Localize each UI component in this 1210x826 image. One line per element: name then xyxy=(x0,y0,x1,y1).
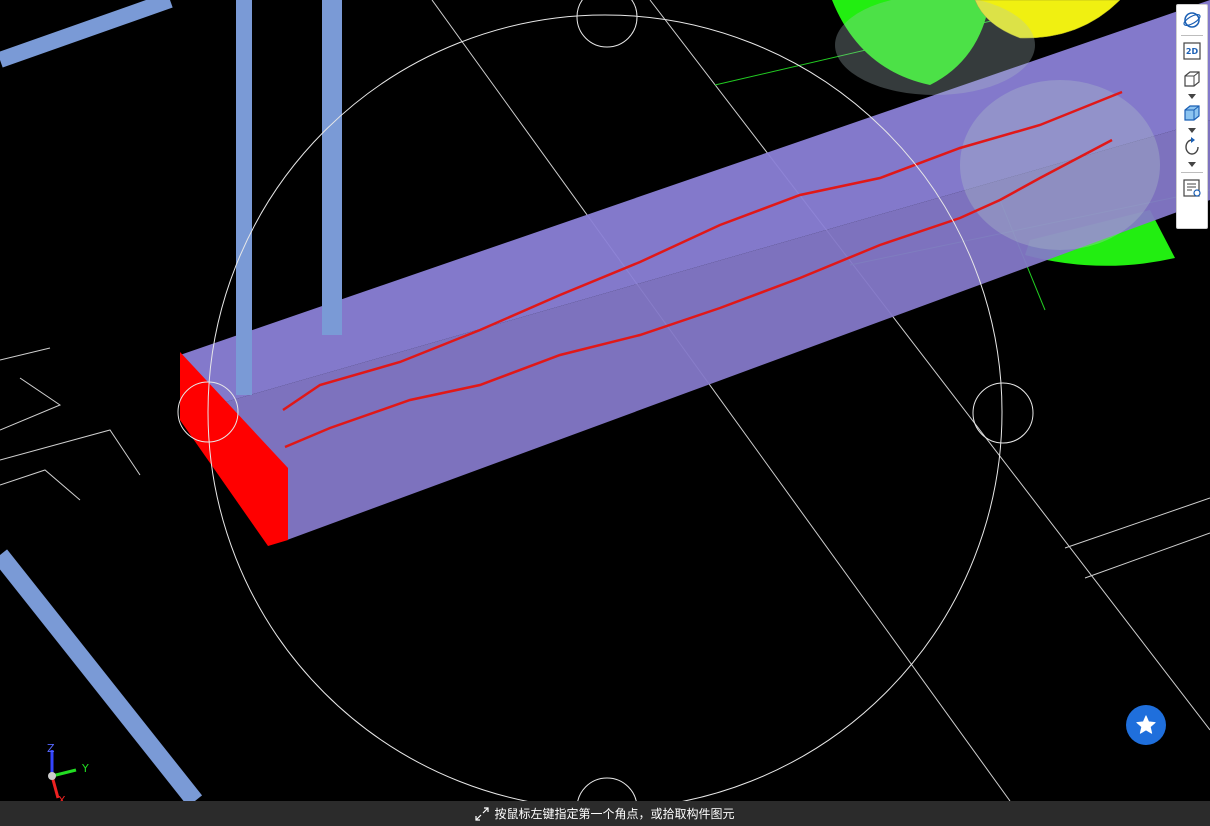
left-wire xyxy=(0,377,62,431)
axis-triad: Z Y X xyxy=(40,742,100,808)
property-panel-button[interactable] xyxy=(1180,176,1204,200)
axis-y-label: Y xyxy=(82,762,89,775)
toolbar-separator xyxy=(1181,172,1203,173)
view-toolbar: 2D xyxy=(1176,4,1208,229)
3d-viewport[interactable]: Z Y X 2D xyxy=(0,0,1210,826)
scene-canvas[interactable] xyxy=(0,0,1210,801)
star-icon xyxy=(1136,715,1156,734)
left-wire xyxy=(0,469,81,501)
diagonal-pipe xyxy=(0,0,173,68)
column-pipe xyxy=(322,0,342,335)
3d-box-shaded-icon xyxy=(1184,105,1200,121)
column-pipe xyxy=(236,0,252,395)
rotate-button[interactable] xyxy=(1180,135,1204,159)
toolbar-separator xyxy=(1181,35,1203,36)
orbit-icon xyxy=(1183,12,1201,28)
2d-view-label: 2D xyxy=(1185,46,1199,56)
small-circle xyxy=(972,382,1034,444)
property-panel-icon xyxy=(1183,179,1201,197)
small-circle xyxy=(576,0,638,48)
rotate-dropdown[interactable] xyxy=(1180,159,1204,169)
caret-down-icon xyxy=(1188,127,1196,133)
caret-down-icon xyxy=(1188,93,1196,99)
3d-wire-dropdown[interactable] xyxy=(1180,91,1204,101)
left-wire xyxy=(0,347,51,361)
translucent-sphere xyxy=(960,80,1160,250)
small-circle xyxy=(577,777,637,801)
3d-box-outline-icon xyxy=(1184,71,1200,87)
3d-wire-view-button[interactable] xyxy=(1180,67,1204,91)
3d-shaded-dropdown[interactable] xyxy=(1180,125,1204,135)
rotate-icon xyxy=(1185,137,1199,155)
axis-z-label: Z xyxy=(47,742,55,755)
grid-line xyxy=(1084,532,1210,579)
caret-down-icon xyxy=(1188,161,1196,167)
orbit-button[interactable] xyxy=(1180,8,1204,32)
favorite-fab-button[interactable] xyxy=(1126,705,1166,745)
status-prompt: 按鼠标左键指定第一个角点，或拾取构件图元 xyxy=(494,807,735,821)
2d-view-button[interactable]: 2D xyxy=(1180,39,1204,63)
3d-shaded-view-button[interactable] xyxy=(1180,101,1204,125)
status-bar: 按鼠标左键指定第一个角点，或拾取构件图元 xyxy=(0,801,1210,826)
left-wire xyxy=(0,429,141,476)
crosshair-pick-icon xyxy=(475,806,490,821)
